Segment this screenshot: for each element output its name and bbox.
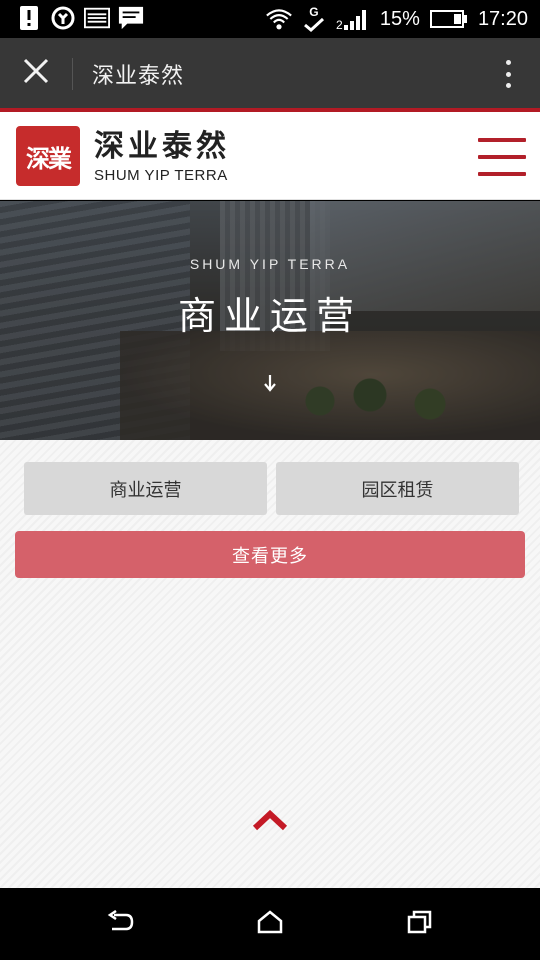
page-title: 深业泰然 xyxy=(92,64,185,89)
hero-subtitle: SHUM YIP TERRA xyxy=(189,256,351,272)
hero-banner: SHUM YIP TERRA 商业运营 xyxy=(0,201,540,440)
back-to-top-button[interactable] xyxy=(248,808,292,838)
home-icon xyxy=(257,910,283,938)
chevron-up-icon xyxy=(250,809,290,837)
site-header: 深業 深业泰然 SHUM YIP TERRA xyxy=(0,112,540,200)
signal-bars-icon: 2 xyxy=(336,6,370,32)
battery-percent: 15% xyxy=(379,7,420,30)
nav-home-button[interactable] xyxy=(250,906,290,942)
commercial-operation-button[interactable]: 商业运营 xyxy=(24,462,267,515)
status-bar: G 2 15% 17:20 xyxy=(0,0,540,38)
status-time: 17:20 xyxy=(477,7,528,30)
hero-title: 商业运营 xyxy=(177,294,362,338)
title-divider xyxy=(72,58,73,90)
alert-icon xyxy=(16,5,42,31)
brand-logo[interactable]: 深業 深业泰然 SHUM YIP TERRA xyxy=(16,126,230,186)
hamburger-menu-icon xyxy=(478,138,526,142)
back-icon xyxy=(106,909,134,938)
arrow-down-icon xyxy=(262,374,278,396)
view-more-button[interactable]: 查看更多 xyxy=(15,531,525,578)
nav-recent-apps-button[interactable] xyxy=(400,906,440,942)
more-options-button[interactable] xyxy=(500,56,516,92)
svg-text:2: 2 xyxy=(336,18,343,31)
message-icon xyxy=(118,5,144,31)
menu-button[interactable] xyxy=(478,138,526,176)
system-nav-bar xyxy=(0,888,540,960)
scroll-down-button[interactable] xyxy=(258,373,282,397)
more-vertical-icon xyxy=(505,60,511,65)
nav-back-button[interactable] xyxy=(100,906,140,942)
park-leasing-button[interactable]: 园区租赁 xyxy=(276,462,519,515)
close-button[interactable] xyxy=(16,56,56,90)
content-area: 商业运营 园区租赁 查看更多 xyxy=(0,440,540,888)
logo-name: 深业泰然 xyxy=(94,128,230,164)
image-icon xyxy=(84,5,110,31)
wifi-icon xyxy=(266,6,292,32)
logo-seal: 深業 xyxy=(16,126,80,186)
logo-english: SHUM YIP TERRA xyxy=(94,166,228,184)
battery-icon xyxy=(429,6,468,32)
close-icon xyxy=(23,58,49,88)
recent-apps-icon xyxy=(407,910,433,938)
signal-g-icon: G xyxy=(302,6,326,32)
webview-title-bar: 深业泰然 xyxy=(0,38,540,108)
sync-icon xyxy=(50,5,76,31)
